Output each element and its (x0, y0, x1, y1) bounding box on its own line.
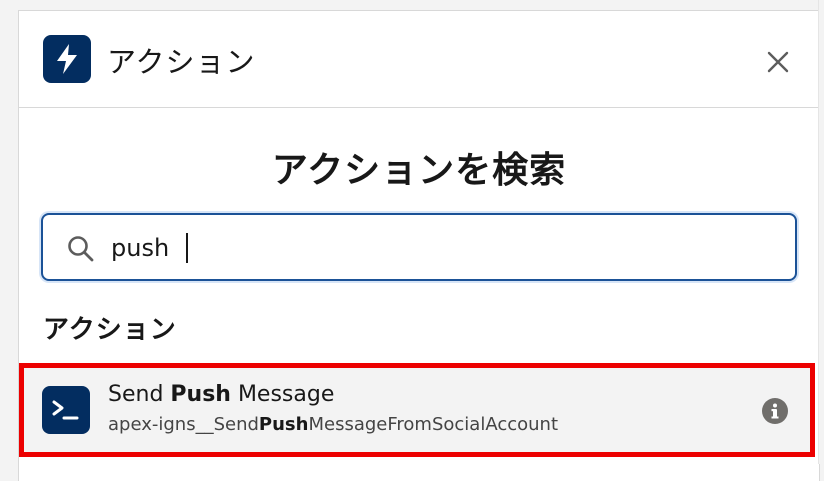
close-icon (767, 51, 789, 73)
result-title: Send Push Message (108, 382, 335, 407)
action-panel: アクション アクションを検索 アクション Send Push Message a… (18, 10, 820, 481)
search-input[interactable] (109, 231, 773, 265)
right-edge (818, 0, 824, 464)
result-item-send-push-message[interactable]: Send Push Message apex-igns__SendPushMes… (19, 363, 815, 457)
search-box[interactable] (41, 213, 797, 281)
close-button[interactable] (763, 47, 793, 77)
info-icon[interactable] (762, 398, 788, 424)
search-icon (68, 236, 94, 262)
search-heading: アクションを検索 (271, 150, 567, 191)
apex-terminal-icon (42, 386, 90, 434)
top-strip (0, 0, 824, 10)
panel-header: アクション (19, 11, 819, 108)
text-caret (186, 233, 188, 263)
result-api-name: apex-igns__SendPushMessageFromSocialAcco… (108, 414, 558, 435)
results-section-label: アクション (43, 315, 177, 345)
lightning-bolt-icon (43, 35, 91, 83)
panel-title: アクション (107, 45, 256, 79)
